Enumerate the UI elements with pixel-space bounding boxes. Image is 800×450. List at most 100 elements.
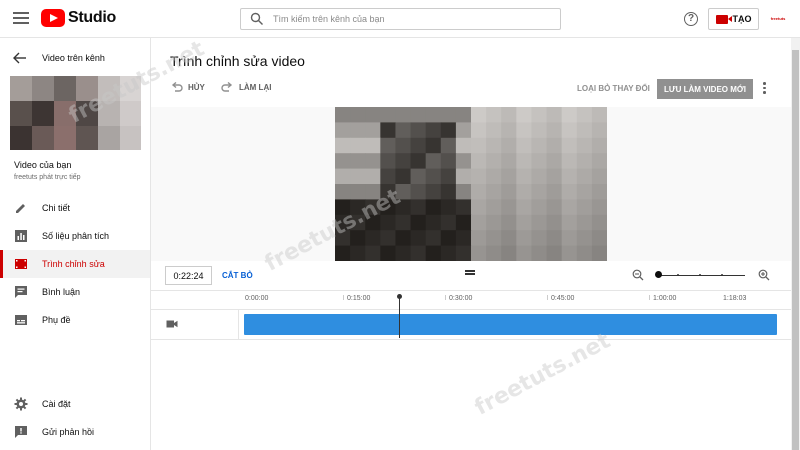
preview-pixel [440,199,457,216]
sidebar-item-details[interactable]: Chi tiết [0,194,150,222]
preview-pixel [546,168,563,185]
track-divider [151,309,791,310]
subtitles-icon [15,315,27,325]
zoom-in-icon[interactable] [758,269,770,281]
preview-pixel [425,153,442,170]
preview-pixel [531,168,548,185]
preview-pixel [546,107,563,123]
preview-pixel [335,184,351,200]
preview-pixel [501,230,517,247]
sidebar: Video trên kênh Video của bạn freetuts p… [0,38,151,450]
preview-pixel [350,168,366,185]
preview-pixel [576,137,593,154]
zoom-knob[interactable] [655,271,662,278]
avatar[interactable]: freetuts [768,11,788,27]
sidebar-item-settings[interactable]: Cài đặt [0,390,150,418]
preview-pixel [350,107,366,123]
more-options-icon[interactable] [763,82,767,96]
preview-pixel [516,184,532,200]
search-input[interactable] [273,14,553,24]
preview-pixel [350,199,366,216]
zoom-step-mark [699,273,701,276]
help-icon[interactable]: ? [684,12,698,26]
preview-pixel [561,137,578,154]
sidebar-item-analytics[interactable]: Số liệu phân tích [0,222,150,250]
preview-pixel [365,214,381,231]
preview-pixel [350,230,366,247]
preview-pixel [440,122,457,139]
page-title: Trình chỉnh sửa video [170,53,305,69]
preview-pixel [455,107,472,123]
preview-pixel [335,107,351,123]
timeline-tick-label: 0:00:00 [245,295,269,302]
preview-pixel [486,214,502,231]
menu-icon[interactable] [13,12,29,26]
sidebar-item-subtitles[interactable]: Phụ đề [0,306,150,334]
cut-button[interactable]: CẮT BỎ [222,271,253,280]
sidebar-item-label: Cài đặt [42,399,71,409]
save-as-new-button[interactable]: LƯU LÀM VIDEO MỚI [657,79,753,99]
page-scrollbar[interactable] [791,38,800,450]
preview-pixel [440,245,457,261]
preview-pixel [561,107,578,123]
current-time-display[interactable]: 0:22:24 [165,266,212,285]
preview-pixel [335,122,351,139]
playhead[interactable] [397,294,402,338]
track-divider [151,339,791,340]
preview-pixel [516,199,532,216]
discard-changes-button[interactable]: LOẠI BỎ THAY ĐỔI [577,84,650,93]
video-thumbnail[interactable] [10,76,141,150]
sidebar-item-editor[interactable]: Trình chỉnh sửa [0,250,150,278]
preview-pixel [410,230,427,247]
preview-pixel [516,214,532,231]
preview-pixel [350,137,366,154]
undo-button[interactable]: HỦY [170,82,205,92]
sidebar-item-feedback[interactable]: Gửi phản hồi [0,418,150,446]
scrollbar-thumb[interactable] [792,50,799,450]
preview-pixel [425,199,442,216]
resize-handle-icon[interactable] [465,270,475,275]
video-preview[interactable] [335,107,607,261]
sidebar-item-label: Phụ đề [42,315,71,325]
timeline-tick-mark [649,295,650,300]
youtube-studio-logo[interactable]: Studio [41,9,116,27]
preview-pixel [395,137,412,154]
preview-pixel [471,122,487,139]
zoom-out-icon[interactable] [632,269,644,281]
redo-label: LÀM LẠI [239,82,272,92]
preview-pixel [410,184,427,200]
back-label: Video trên kênh [42,53,105,63]
preview-pixel [440,214,457,231]
preview-pixel [471,137,487,154]
preview-pixel [380,184,396,200]
video-track-clip[interactable] [244,314,777,335]
search-box[interactable] [240,8,561,30]
sidebar-item-comments[interactable]: Bình luận [0,278,150,306]
preview-pixel [546,199,563,216]
preview-pixel [501,137,517,154]
preview-pixel [425,122,442,139]
preview-pixel [425,168,442,185]
preview-pixel [335,153,351,170]
preview-pixel [455,245,472,261]
preview-pixel [350,153,366,170]
playhead-knob[interactable] [397,294,402,299]
zoom-slider[interactable] [655,271,745,279]
redo-button[interactable]: LÀM LẠI [221,82,271,92]
preview-pixel [471,153,487,170]
preview-pixel [501,214,517,231]
preview-pixel [455,230,472,247]
preview-pixel [486,184,502,200]
preview-pixel [425,137,442,154]
preview-pixel [531,153,548,170]
preview-pixel [365,230,381,247]
create-button[interactable]: TẠO [708,8,759,30]
back-to-videos[interactable]: Video trên kênh [0,48,150,68]
preview-pixel [365,184,381,200]
preview-pixel [531,107,548,123]
preview-pixel [576,107,593,123]
preview-pixel [410,107,427,123]
timeline-tick-label: 1:18:03 [723,295,747,302]
zoom-step-mark [677,273,679,276]
preview-pixel [440,153,457,170]
